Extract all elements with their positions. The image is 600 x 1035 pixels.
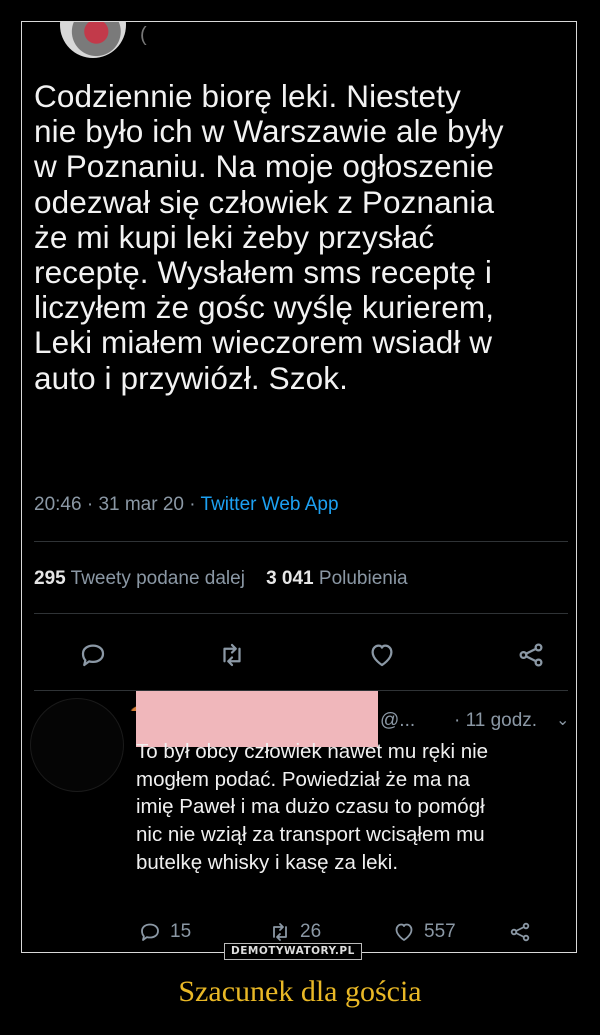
reply-time[interactable]: · 11 godz. — [454, 710, 537, 732]
tweet-time: 20:46 — [34, 494, 82, 515]
reply-replies-count: 15 — [170, 921, 192, 942]
author-avatar[interactable] — [60, 22, 126, 58]
tweet-date[interactable]: 31 mar 20 — [98, 494, 184, 515]
retweet-button[interactable] — [217, 640, 247, 670]
retweets-stat[interactable]: 295 Tweety podane dalej — [34, 568, 245, 589]
like-icon — [371, 644, 393, 667]
retweet-icon — [223, 643, 241, 667]
retweet-icon — [273, 923, 287, 941]
reply-icon — [81, 644, 105, 667]
caption: Szacunek dla gościa — [178, 975, 422, 1008]
meta-separator: · — [189, 494, 201, 515]
share-icon — [510, 922, 530, 942]
likes-stat[interactable]: 3 041 Polubienia — [266, 568, 408, 589]
share-icon — [519, 643, 543, 667]
reply-icon — [141, 923, 159, 941]
tweet-text: Codziennie biorę leki. Niestety nie było… — [34, 78, 504, 396]
tweet-source-link[interactable]: Twitter Web App — [201, 494, 339, 515]
share-button[interactable] — [516, 640, 546, 670]
tweet-stats: 295 Tweety podane dalej 3 041 Polubienia — [34, 568, 408, 590]
watermark-logo: DEMOTYWATORY.PL — [224, 943, 362, 960]
reply-share-button[interactable] — [508, 919, 532, 945]
reply-handle[interactable]: @... — [380, 710, 415, 732]
divider — [34, 613, 568, 614]
reply-retweets-count: 26 — [300, 921, 322, 942]
chevron-down-icon[interactable]: ⌄ — [556, 710, 569, 730]
like-button[interactable] — [367, 640, 397, 670]
reply-reply-button[interactable]: 15 — [138, 919, 191, 945]
like-icon — [395, 923, 413, 941]
tweet-meta: 20:46 · 31 mar 20 · Twitter Web App — [34, 494, 339, 516]
tweet-screenshot-frame: ( Codziennie biorę leki. Niestety nie by… — [21, 21, 577, 953]
reply-likes-count: 557 — [424, 921, 456, 942]
author-name-fragment: ( — [140, 24, 147, 46]
reply-button[interactable] — [78, 640, 108, 670]
meta-separator: · — [86, 494, 99, 515]
reply-text: To był obcy człowiek nawet mu ręki nie m… — [136, 740, 489, 874]
reply-retweet-button[interactable]: 26 — [268, 919, 321, 945]
divider — [34, 541, 568, 542]
reply-author-avatar[interactable] — [30, 698, 124, 792]
reply-like-button[interactable]: 557 — [392, 919, 456, 945]
